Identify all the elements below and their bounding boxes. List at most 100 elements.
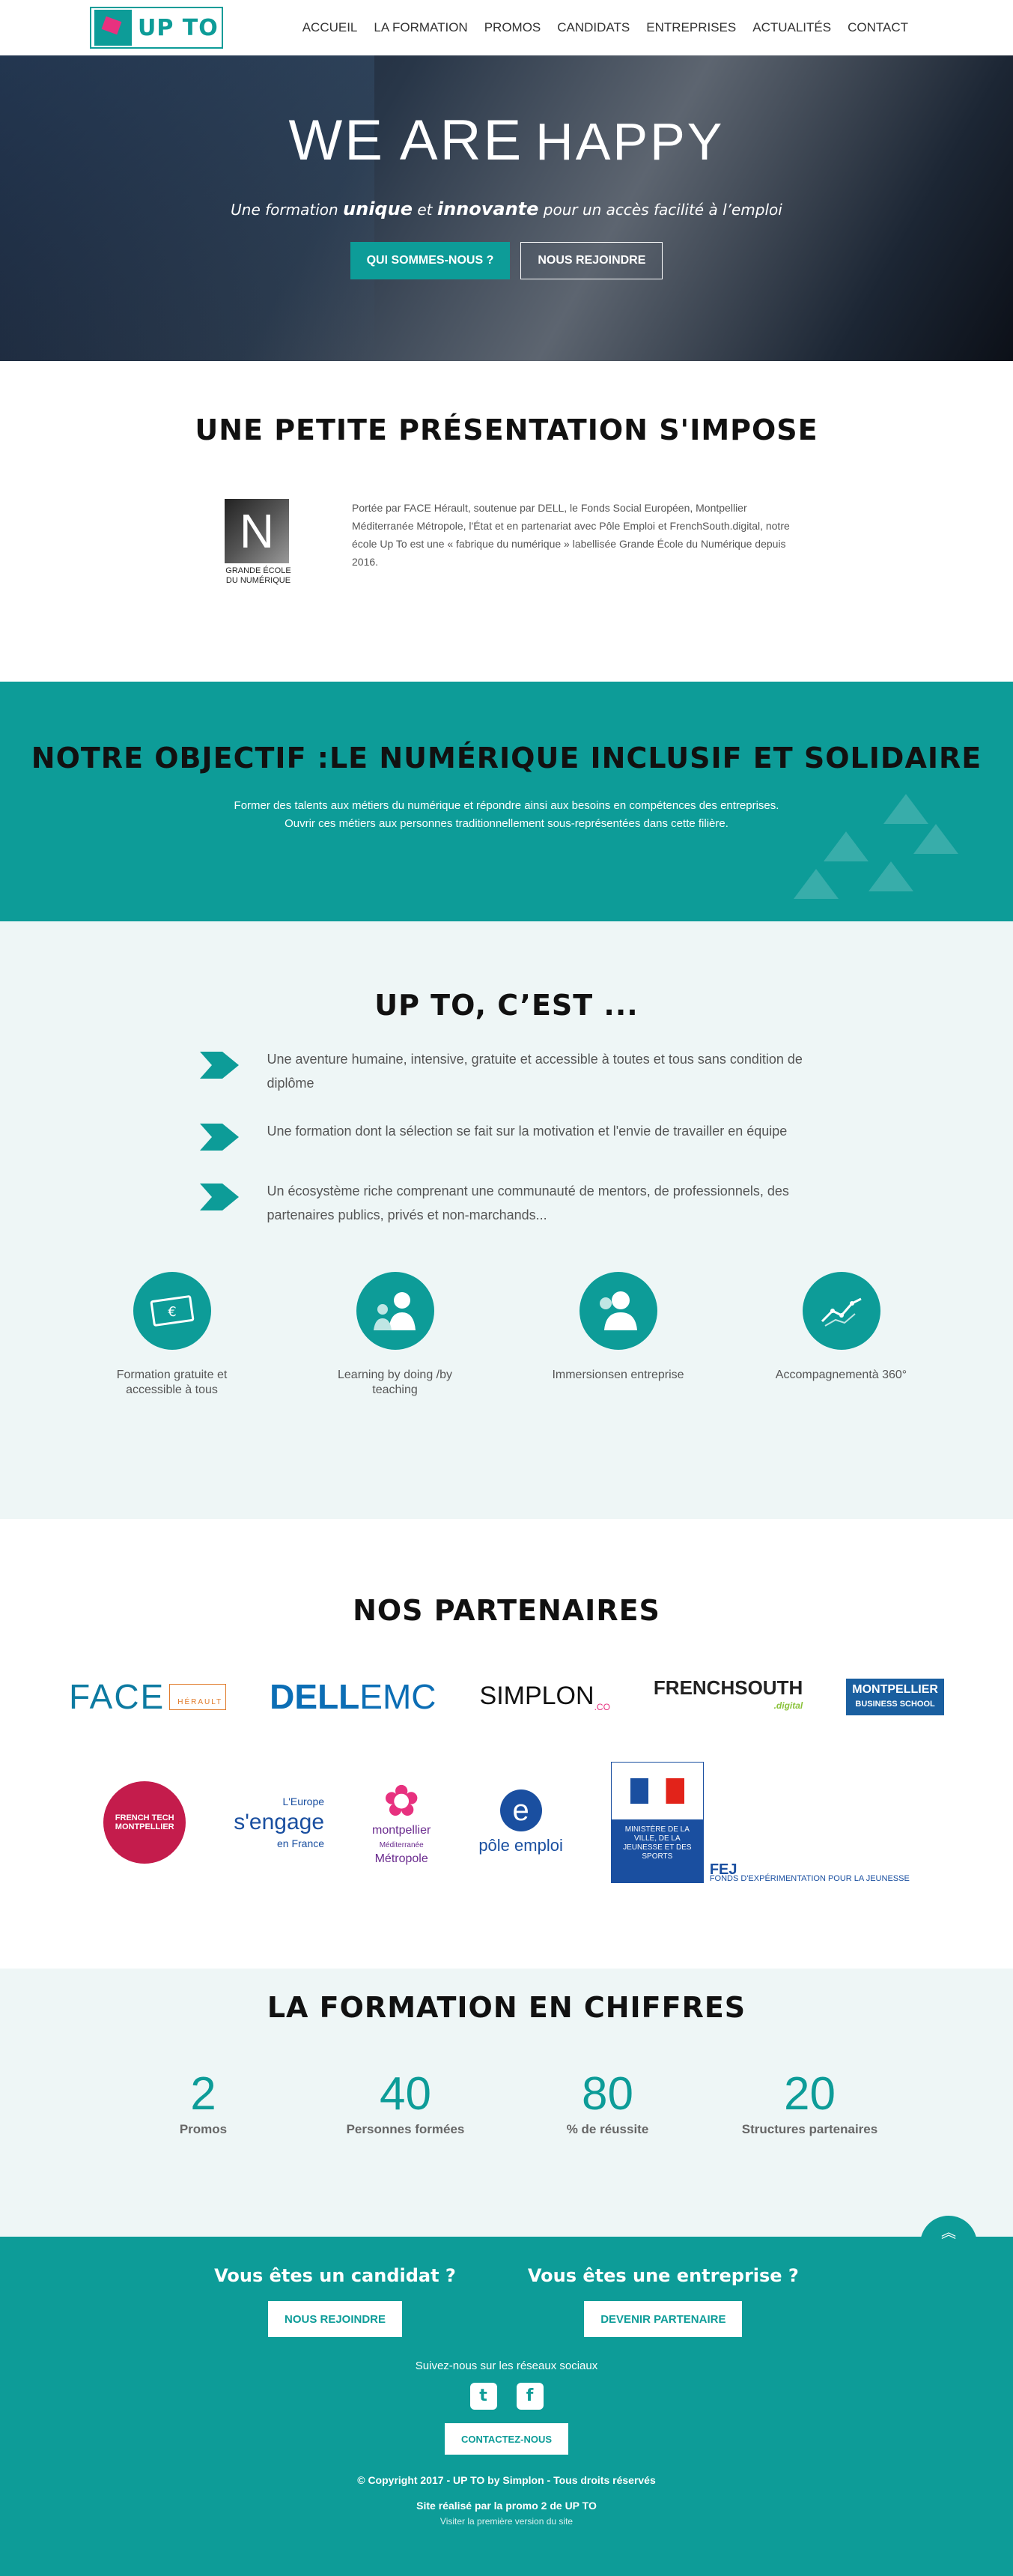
hero-sub-unique: unique [343,198,413,219]
mtp-line3: Métropole [374,1852,428,1865]
join-us-button[interactable]: NOUS REJOINDRE [520,242,663,279]
presentation-body: N GRANDE ÉCOLE DU NUMÉRIQUE Portée par F… [0,499,1013,586]
frenchtech-text: FRENCH TECH MONTPELLIER [115,1813,174,1831]
partner-montpellier-logo[interactable]: ✿ montpellier Méditerranée Métropole [372,1779,431,1866]
site-footer: ︽ Vous êtes un candidat ? NOUS REJOINDRE… [0,2216,1013,2576]
point-text: Une aventure humaine, intensive, gratuit… [267,1052,803,1091]
partners-row: FRENCH TECH MONTPELLIER L'Europe s'engage… [0,1762,1013,1883]
arrow-right-icon [199,1052,239,1079]
copyright-text: © Copyright 2017 - UP TO by Simplon - To… [357,2474,656,2486]
feature-label: Formation gratuite et accessible à tous [116,1369,228,1396]
upto-section: UP TO, C’EST ... Une aventure humaine, i… [0,921,1013,1519]
hero-sub-post: pour un accès facilité à l’emploi [538,201,782,219]
stat-item: 20 Structures partenaires [709,2067,911,2137]
face-text: FACE [69,1677,165,1716]
partner-frenchtech-logo[interactable]: FRENCH TECH MONTPELLIER [103,1781,186,1864]
stat-label: Personnes formées [346,2122,465,2136]
stat-item: 40 Personnes formées [305,2067,507,2137]
join-button[interactable]: NOUS REJOINDRE [267,2301,403,2337]
list-item: Une formation dont la sélection se fait … [199,1119,814,1155]
become-partner-button[interactable]: DEVENIR PARTENAIRE [584,2301,743,2337]
decor-triangle [794,869,839,899]
point-text: Un écosystème riche comprenant une commu… [267,1184,789,1222]
svg-text:€: € [168,1304,176,1320]
first-version-link[interactable]: Visiter la première version du site [0,2516,1013,2527]
simplon-text: SIMPLON [479,1681,594,1710]
objective-title: NOTRE OBJECTIF :LE NUMÉRIQUE INCLUSIF ET… [31,742,982,775]
objective-line2: Ouvrir ces métiers aux personnes traditi… [285,817,728,830]
feature-item: Accompagnementà 360° [770,1272,913,1398]
feature-item: Immersionsen entreprise [547,1272,690,1398]
company-title: Vous êtes une entreprise ? [527,2265,799,2286]
partner-simplon-logo[interactable]: SIMPLON.CO [480,1682,610,1712]
candidate-cta: Vous êtes un candidat ? NOUS REJOINDRE [214,2265,456,2337]
chart-icon [802,1272,880,1350]
list-item: Une aventure humaine, intensive, gratuit… [199,1047,814,1095]
nav-la-formation[interactable]: LA FORMATION [374,20,467,35]
nav-actualites[interactable]: ACTUALITÉS [752,20,831,35]
partner-frenchsouth-logo[interactable]: FRENCHSOUTH .digital [654,1678,803,1715]
logo-mark-icon [94,10,132,46]
hero-title-part2: HAPPY [535,112,725,171]
partner-pole-emploi-logo[interactable]: e pôle emploi [478,1789,563,1855]
partner-face-logo[interactable]: FACE HÉRAULT [69,1676,227,1717]
hero-subtitle: Une formation unique et innovante pour u… [0,198,1013,219]
mbs-line2: BUSINESS SCHOOL [855,1699,935,1709]
stat-item: 2 Promos [103,2067,305,2137]
company-cta: Vous êtes une entreprise ? DEVENIR PARTE… [528,2265,799,2337]
stat-value: 20 [784,2068,836,2120]
nav-promos[interactable]: PROMOS [484,20,541,35]
list-item: Un écosystème riche comprenant une commu… [199,1179,814,1227]
nav-entreprises[interactable]: ENTREPRISES [646,20,736,35]
partners-title: NOS PARTENAIRES [353,1594,660,1627]
upto-title: UP TO, C’EST ... [374,989,639,1022]
stat-label: % de réussite [566,2122,649,2136]
about-us-button[interactable]: QUI SOMMES-NOUS ? [350,242,511,279]
numbers-title: LA FORMATION EN CHIFFRES [267,1991,746,2024]
arrow-right-icon [199,1124,239,1151]
facebook-icon[interactable]: f [516,2383,544,2410]
site-logo[interactable]: UP TO [90,7,223,49]
footer-cta: Vous êtes un candidat ? NOUS REJOINDRE V… [0,2237,1013,2337]
hero-sub-mid: et [412,201,437,219]
partner-ministere-logo[interactable]: MINISTÈRE DE LA VILLE, DE LA JEUNESSE ET… [610,1762,910,1883]
numbers-section: LA FORMATION EN CHIFFRES 2 Promos 40 Perso… [0,1969,1013,2237]
stat-value: 80 [582,2068,633,2120]
partner-mbs-logo[interactable]: MONTPELLIER BUSINESS SCHOOL [846,1678,944,1715]
partner-europe-logo[interactable]: L'Europe s'engage en France [234,1791,324,1854]
twitter-icon[interactable]: t [469,2383,497,2410]
nav-contact[interactable]: CONTACT [848,20,908,35]
partners-row: FACE HÉRAULT DELLEMC SIMPLON.CO FRENCHSOU… [0,1676,1013,1717]
logo-text: UP TO [138,14,219,41]
hero-buttons: QUI SOMMES-NOUS ? NOUS REJOINDRE [0,242,1013,279]
decor-triangle [868,861,913,891]
mtp-line1: montpellier [372,1824,431,1837]
partner-dell-logo[interactable]: DELLEMC [270,1676,436,1717]
people-icon [356,1272,434,1350]
objective-section: NOTRE OBJECTIF :LE NUMÉRIQUE INCLUSIF ET… [0,682,1013,921]
stat-value: 40 [380,2068,431,2120]
stat-item: 80 % de réussite [507,2067,709,2137]
candidate-title: Vous êtes un candidat ? [214,2265,456,2286]
grande-ecole-caption: GRANDE ÉCOLE DU NUMÉRIQUE [225,566,291,585]
contact-us-button[interactable]: CONTACTEZ-NOUS [444,2423,569,2455]
stat-label: Structures partenaires [741,2122,878,2136]
objective-text: Former des talents aux métiers du numéri… [0,797,1013,833]
feature-item: € Formation gratuite et accessible à tou… [101,1272,243,1398]
pole-text: pôle emploi [478,1836,563,1855]
upto-points: Une aventure humaine, intensive, gratuit… [199,1047,814,1227]
ministere-box: MINISTÈRE DE LA VILLE, DE LA JEUNESSE ET… [610,1762,704,1883]
feature-label: Learning by doing /by teaching [338,1369,452,1396]
money-icon: € [133,1272,211,1350]
presentation-text: Portée par FACE Hérault, soutenue par DE… [352,502,790,568]
dell-text: DELL [270,1677,360,1716]
simplon-co: .CO [594,1701,610,1712]
feature-list: € Formation gratuite et accessible à tou… [0,1272,1013,1398]
nav-accueil[interactable]: ACCUEIL [302,20,358,35]
pole-emploi-icon: e [499,1789,542,1831]
hero-banner: WE ARE HAPPY Une formation unique et inno… [0,55,1013,361]
feature-label: Accompagnementà 360° [775,1369,907,1381]
nav-candidats[interactable]: CANDIDATS [557,20,630,35]
dell-emc-text: EMC [359,1677,436,1716]
arrow-right-icon [199,1184,239,1210]
